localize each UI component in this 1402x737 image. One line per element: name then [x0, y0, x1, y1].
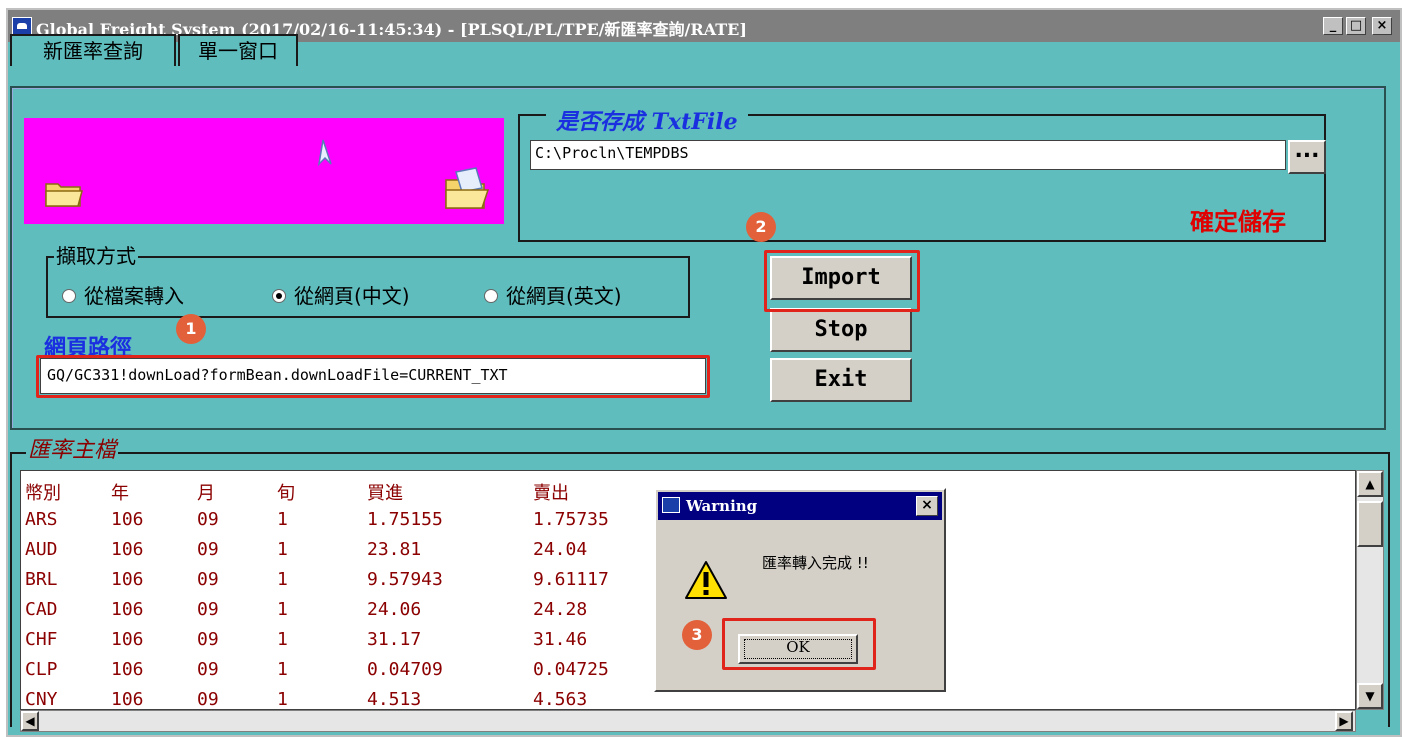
tab-new-rate-query[interactable]: 新匯率查詢: [10, 34, 176, 66]
table-cell-month: 09: [197, 659, 219, 680]
table-cell-month: 09: [197, 539, 219, 560]
folder-icon: [45, 183, 83, 207]
table-cell-sell-rate: 9.61117: [533, 569, 609, 590]
scroll-up-arrow-icon[interactable]: ▲: [1357, 471, 1383, 497]
step-badge-1: 1: [176, 314, 206, 344]
step-badge-2: 2: [746, 212, 776, 242]
table-cell-year: 106: [111, 569, 144, 590]
column-header-period: 旬: [277, 483, 295, 504]
vertical-scrollbar[interactable]: ▲ ▼: [1356, 470, 1384, 710]
table-cell-period: 1: [277, 509, 288, 530]
table-cell-sell-rate: 1.75735: [533, 509, 609, 530]
table-cell-period: 1: [277, 539, 288, 560]
close-button[interactable]: ×: [1372, 17, 1392, 35]
table-cell-sell-rate: 31.46: [533, 629, 588, 650]
cursor-icon: [317, 139, 332, 167]
radio-label: 從網頁(英文): [506, 284, 622, 308]
table-cell-buy-rate: 0.04709: [367, 659, 443, 680]
radio-dot-selected[interactable]: [272, 288, 286, 303]
radio-label: 從網頁(中文): [294, 284, 410, 308]
tab-single-window[interactable]: 單一窗口: [178, 34, 298, 66]
scroll-left-arrow-icon[interactable]: ◀: [21, 711, 39, 731]
scroll-down-arrow-icon[interactable]: ▼: [1357, 683, 1383, 709]
table-cell-year: 106: [111, 629, 144, 650]
table-cell-year: 106: [111, 659, 144, 680]
table-cell-month: 09: [197, 689, 219, 710]
browse-button[interactable]: ...: [1288, 140, 1326, 174]
table-cell-year: 106: [111, 509, 144, 530]
column-header-month: 月: [197, 483, 215, 504]
table-cell-year: 106: [111, 689, 144, 710]
scroll-right-arrow-icon[interactable]: ▶: [1335, 711, 1353, 731]
dialog-title: Warning: [686, 497, 758, 515]
radio-label: 從檔案轉入: [84, 284, 184, 308]
exit-button[interactable]: Exit: [770, 358, 912, 402]
save-path-input[interactable]: C:\Procln\TEMPDBS: [530, 140, 1286, 170]
table-cell-year: 106: [111, 539, 144, 560]
table-cell-period: 1: [277, 659, 288, 680]
highlight-box-import: [764, 250, 920, 312]
table-cell-month: 09: [197, 599, 219, 620]
dialog-title-bar: Warning ×: [658, 492, 942, 520]
confirm-save-label[interactable]: 確定儲存: [1190, 202, 1286, 237]
table-cell-buy-rate: 24.06: [367, 599, 422, 620]
table-cell-period: 1: [277, 689, 288, 710]
table-cell-currency: CNY: [25, 689, 58, 710]
maximize-button[interactable]: □: [1346, 17, 1366, 35]
radio-from-file[interactable]: 從檔案轉入: [62, 280, 184, 309]
table-cell-buy-rate: 1.75155: [367, 509, 443, 530]
table-cell-month: 09: [197, 509, 219, 530]
column-header-year: 年: [111, 483, 129, 504]
table-cell-buy-rate: 31.17: [367, 629, 422, 650]
stop-button[interactable]: Stop: [770, 308, 912, 352]
column-header-sell: 賣出: [533, 483, 569, 504]
warning-icon: [685, 561, 727, 599]
radio-dot[interactable]: [484, 288, 498, 303]
dialog-close-button[interactable]: ×: [916, 496, 938, 516]
table-cell-sell-rate: 0.04725: [533, 659, 609, 680]
column-header-currency: 幣別: [25, 483, 61, 504]
drop-area: [24, 118, 504, 224]
table-cell-buy-rate: 9.57943: [367, 569, 443, 590]
dialog-message: 匯率轉入完成 !!: [762, 554, 869, 572]
table-cell-currency: CLP: [25, 659, 58, 680]
table-cell-currency: ARS: [25, 509, 58, 530]
table-cell-currency: AUD: [25, 539, 58, 560]
fetch-mode-legend: 擷取方式: [54, 240, 138, 269]
highlight-box-url: [36, 355, 710, 398]
horizontal-scrollbar[interactable]: ◀ ▶: [20, 710, 1356, 732]
table-cell-period: 1: [277, 629, 288, 650]
table-cell-currency: CAD: [25, 599, 58, 620]
step-badge-3: 3: [682, 620, 712, 650]
app-icon: [662, 497, 680, 513]
table-cell-sell-rate: 4.563: [533, 689, 588, 710]
table-cell-currency: CHF: [25, 629, 58, 650]
column-header-buy: 買進: [367, 483, 403, 504]
table-cell-period: 1: [277, 599, 288, 620]
rate-master-legend: 匯率主檔: [26, 432, 119, 464]
radio-from-web-english[interactable]: 從網頁(英文): [484, 280, 622, 309]
table-cell-buy-rate: 4.513: [367, 689, 422, 710]
highlight-box-ok: [722, 618, 876, 670]
table-cell-month: 09: [197, 629, 219, 650]
radio-from-web-chinese[interactable]: 從網頁(中文): [272, 280, 410, 309]
table-cell-sell-rate: 24.04: [533, 539, 588, 560]
open-folder-icon: [445, 167, 490, 209]
table-cell-buy-rate: 23.81: [367, 539, 422, 560]
txtfile-legend: 是否存成 TxtFile: [546, 104, 748, 136]
minimize-button[interactable]: _: [1323, 17, 1343, 35]
radio-dot[interactable]: [62, 288, 76, 303]
table-cell-period: 1: [277, 569, 288, 590]
table-cell-sell-rate: 24.28: [533, 599, 588, 620]
app-icon: [12, 17, 32, 35]
table-cell-month: 09: [197, 569, 219, 590]
scroll-thumb[interactable]: [1357, 501, 1383, 547]
table-cell-year: 106: [111, 599, 144, 620]
table-cell-currency: BRL: [25, 569, 58, 590]
